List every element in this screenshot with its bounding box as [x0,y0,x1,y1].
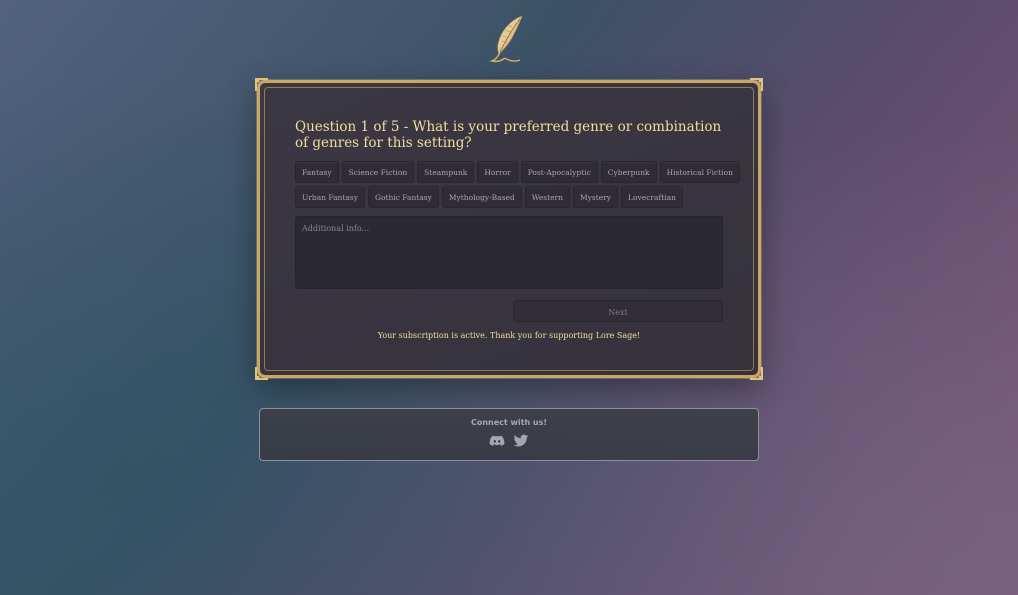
genre-chip-science-fiction[interactable]: Science Fiction [341,161,415,183]
corner-ornament-icon [255,78,268,91]
genre-chip-historical-fiction[interactable]: Historical Fiction [659,161,740,183]
genre-chip-urban-fantasy[interactable]: Urban Fantasy [295,186,365,208]
genre-chip-row: Fantasy Science Fiction Steampunk Horror… [295,161,740,183]
genre-chip-post-apocalyptic[interactable]: Post-Apocalyptic [520,161,598,183]
question-title: Question 1 of 5 - What is your preferred… [295,119,722,151]
subscription-status-message: Your subscription is active. Thank you f… [377,331,641,340]
genre-chip-mystery[interactable]: Mystery [572,186,619,208]
discord-icon[interactable] [489,433,505,449]
genre-chip-fantasy[interactable]: Fantasy [295,161,339,183]
quill-logo-icon [489,15,523,63]
social-links [260,433,758,449]
genre-chip-lovecraftian[interactable]: Lovecraftian [621,186,683,208]
corner-ornament-icon [255,367,268,380]
genre-chip-steampunk[interactable]: Steampunk [417,161,475,183]
corner-ornament-icon [750,78,763,91]
connect-panel: Connect with us! [259,408,759,461]
corner-ornament-icon [750,367,763,380]
additional-info-textarea[interactable] [295,216,723,289]
genre-chip-group: Fantasy Science Fiction Steampunk Horror… [295,161,740,211]
genre-chip-western[interactable]: Western [524,186,570,208]
genre-chip-gothic-fantasy[interactable]: Gothic Fantasy [367,186,439,208]
next-button[interactable]: Next [513,300,723,322]
genre-chip-row: Urban Fantasy Gothic Fantasy Mythology-B… [295,186,735,208]
genre-chip-horror[interactable]: Horror [477,161,518,183]
genre-chip-cyberpunk[interactable]: Cyberpunk [600,161,657,183]
question-card: Question 1 of 5 - What is your preferred… [255,78,763,380]
connect-title: Connect with us! [470,418,548,427]
twitter-icon[interactable] [513,433,529,449]
genre-chip-mythology-based[interactable]: Mythology-Based [441,186,522,208]
